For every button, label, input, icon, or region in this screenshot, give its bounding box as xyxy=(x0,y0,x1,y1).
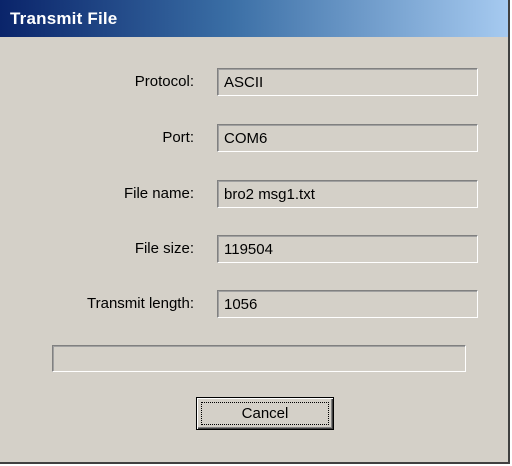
transmit-progress-bar xyxy=(52,345,466,372)
file-name-value: bro2 msg1.txt xyxy=(217,180,478,208)
file-size-label: File size: xyxy=(134,240,194,257)
protocol-label: Protocol: xyxy=(134,73,194,90)
protocol-value: ASCII xyxy=(217,68,478,96)
transmit-length-label: Transmit length: xyxy=(87,295,194,312)
port-label: Port: xyxy=(162,129,194,146)
title-bar[interactable]: Transmit File xyxy=(0,0,508,37)
file-name-label: File name: xyxy=(123,185,194,202)
port-value: COM6 xyxy=(217,124,478,152)
file-size-value: 119504 xyxy=(217,235,478,263)
cancel-button[interactable]: Cancel xyxy=(196,397,334,430)
dialog-title: Transmit File xyxy=(10,9,118,28)
transmit-length-value: 1056 xyxy=(217,290,478,318)
cancel-button-label: Cancel xyxy=(241,405,289,422)
transmit-file-dialog: Transmit File Protocol: ASCII Port: COM6… xyxy=(0,0,510,464)
